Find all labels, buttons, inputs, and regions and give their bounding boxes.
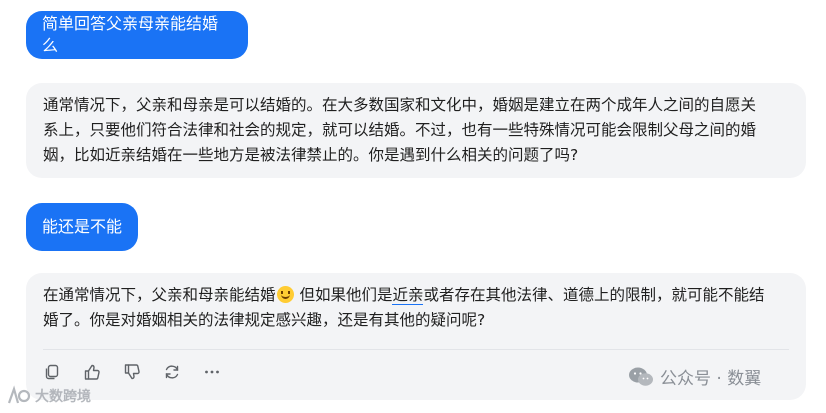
more-icon[interactable] [203, 363, 221, 381]
watermark-text: 公众号 · 数翼 [660, 369, 762, 389]
watermark-text: 大数跨境 [35, 389, 91, 405]
watermark-wechat: 公众号 · 数翼 [628, 364, 761, 389]
message-actions [43, 363, 221, 381]
watermark-brand: 大数跨境 [6, 385, 91, 407]
user-message-bubble: 简单回答父亲母亲能结婚么 [26, 11, 248, 59]
regenerate-icon[interactable] [163, 363, 181, 381]
user-message-text: 简单回答父亲母亲能结婚么 [42, 14, 219, 55]
assistant-message-line: 系上，只要他们符合法律和社会的规定，就可以结婚。不过，也有一些特殊情况可能会限制… [43, 121, 757, 139]
smiling-face-icon [276, 286, 294, 303]
assistant-message-line: 婚了。你是对婚姻相关的法律规定感兴趣，还是有其他的疑问呢? [43, 311, 486, 329]
thumbs-down-icon[interactable] [123, 363, 141, 381]
wechat-icon [629, 367, 653, 386]
message-text-segment: 或者存在其他法律、道德上的限制，就可能不能结 [423, 286, 765, 304]
term-link[interactable]: 近亲 [392, 286, 424, 305]
assistant-message-line: 通常情况下，父亲和母亲是可以结婚的。在大多数国家和文化中，婚姻是建立在两个成年人… [43, 96, 757, 114]
divider [43, 349, 789, 350]
message-text-segment: 但如果他们是 [294, 286, 393, 304]
assistant-message-line: 姻，比如近亲结婚在一些地方是被法律禁止的。你是遇到什么相关的问题了吗? [43, 146, 579, 164]
assistant-message-line: 在通常情况下，父亲和母亲能结婚 但如果他们是近亲或者存在其他法律、道德上的限制，… [43, 283, 788, 308]
thumbs-up-icon[interactable] [83, 363, 101, 381]
user-message-text: 能还是不能 [42, 217, 123, 236]
assistant-message-bubble: 通常情况下，父亲和母亲是可以结婚的。在大多数国家和文化中，婚姻是建立在两个成年人… [26, 83, 806, 178]
brand-logo-icon [7, 385, 31, 404]
user-message-bubble: 能还是不能 [26, 203, 138, 251]
message-text-segment: 在通常情况下，父亲和母亲能结婚 [43, 286, 276, 304]
copy-icon[interactable] [43, 363, 61, 381]
